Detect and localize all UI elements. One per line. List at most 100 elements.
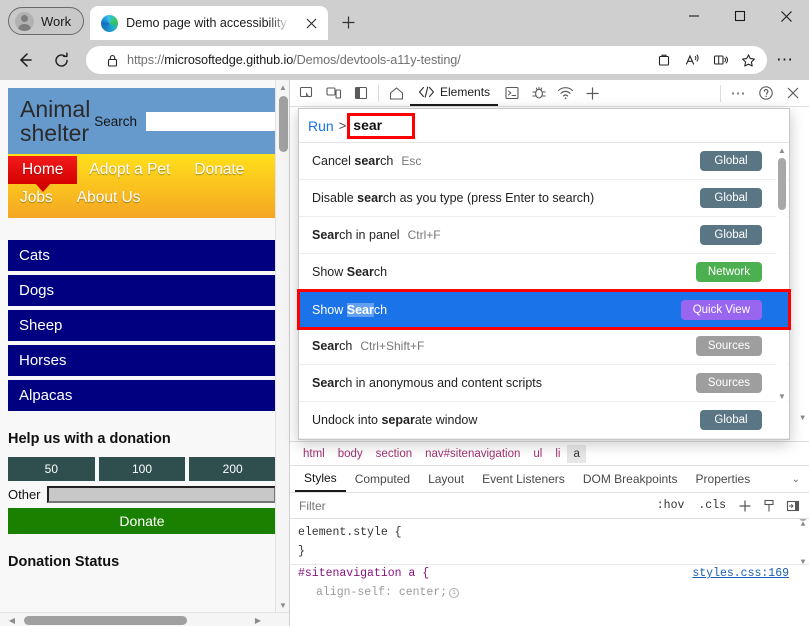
profile-button[interactable]: Work — [8, 7, 84, 35]
css-selector[interactable]: #sitenavigation a { — [298, 565, 429, 584]
scroll-left-icon[interactable]: ◀ — [5, 613, 19, 626]
breadcrumb-item-html[interactable]: html — [297, 445, 331, 463]
browser-settings-button[interactable]: ⋯ — [769, 45, 801, 75]
command-badge: Quick View — [681, 300, 762, 320]
list-item[interactable]: Dogs — [8, 275, 276, 306]
command-item-show-search-network[interactable]: Show Search Network — [299, 254, 789, 291]
amount-button-200[interactable]: 200 — [189, 457, 276, 481]
hov-toggle[interactable]: :hov — [650, 499, 692, 512]
collections-icon[interactable] — [651, 48, 677, 72]
filter-input[interactable] — [290, 494, 650, 518]
scroll-down-icon[interactable]: ▼ — [800, 414, 805, 423]
scroll-down-icon[interactable]: ▼ — [797, 557, 809, 569]
command-item-search-anonymous-scripts[interactable]: Search in anonymous and content scripts … — [299, 365, 789, 402]
chevron-down-icon[interactable]: ⌄ — [792, 474, 809, 485]
page-horizontal-scrollbar[interactable]: ◀ ▶ — [0, 612, 290, 626]
prompt-chevron-icon: > — [339, 118, 347, 133]
list-item[interactable]: Horses — [8, 345, 276, 376]
css-declaration[interactable]: align-self: center;i — [298, 584, 809, 603]
site-header: Animal shelter Search — [8, 88, 276, 154]
nav-link-donate[interactable]: Donate — [182, 156, 256, 184]
reload-button[interactable] — [44, 45, 78, 75]
scrollbar-thumb[interactable] — [279, 96, 288, 152]
tab-styles[interactable]: Styles — [295, 466, 346, 492]
command-item-cancel-search[interactable]: Cancel searchEsc Global — [299, 143, 789, 180]
scroll-down-icon[interactable]: ▼ — [776, 390, 788, 402]
close-tab-icon[interactable] — [300, 12, 322, 34]
stylesheet-source-link[interactable]: styles.css:169 — [692, 565, 789, 584]
command-item-label: Disable search as you type (press Enter … — [312, 191, 700, 205]
device-toolbar-icon[interactable] — [320, 81, 347, 106]
other-amount-row: Other — [8, 486, 276, 503]
more-tools-icon[interactable]: ⋯ — [725, 81, 752, 106]
amount-button-100[interactable]: 100 — [99, 457, 186, 481]
tab-computed[interactable]: Computed — [346, 467, 419, 491]
debugger-icon[interactable] — [525, 81, 552, 106]
tab-dom-breakpoints[interactable]: DOM Breakpoints — [574, 467, 687, 491]
read-aloud-icon[interactable] — [679, 48, 705, 72]
styles-scrollbar[interactable]: ▲ ▼ — [797, 519, 809, 626]
command-item-search-in-panel[interactable]: Search in panelCtrl+F Global — [299, 217, 789, 254]
scroll-up-icon[interactable]: ▲ — [776, 144, 788, 156]
dock-side-icon[interactable] — [347, 81, 374, 106]
command-item-search-sources[interactable]: SearchCtrl+Shift+F Sources — [299, 328, 789, 365]
address-bar[interactable]: https://microsoftedge.github.io/Demos/de… — [86, 46, 767, 74]
command-item-undock-into-separate-window[interactable]: Undock into separate window Global — [299, 402, 789, 439]
close-window-button[interactable] — [763, 0, 809, 32]
scroll-down-icon[interactable]: ▼ — [276, 598, 290, 612]
inspect-element-icon[interactable] — [293, 81, 320, 106]
command-item-show-search-quick-view[interactable]: Show Search Quick View — [299, 291, 789, 328]
palette-scrollbar[interactable]: ▲ ▼ — [776, 144, 788, 402]
add-panel-icon[interactable] — [579, 81, 606, 106]
immersive-reader-icon[interactable] — [707, 48, 733, 72]
scrollbar-thumb[interactable] — [778, 158, 786, 210]
maximize-button[interactable] — [717, 0, 763, 32]
nav-link-adopt-a-pet[interactable]: Adopt a Pet — [77, 156, 182, 184]
run-label: Run — [308, 118, 334, 134]
breadcrumb-item-a[interactable]: a — [567, 445, 585, 463]
network-conditions-icon[interactable] — [552, 81, 579, 106]
breadcrumb-item-section[interactable]: section — [370, 445, 418, 463]
home-icon[interactable] — [383, 81, 410, 106]
breadcrumb-item-body[interactable]: body — [332, 445, 369, 463]
tab-properties[interactable]: Properties — [687, 467, 760, 491]
computed-sidebar-icon[interactable] — [781, 494, 805, 518]
info-icon[interactable]: i — [449, 588, 459, 598]
browser-tab[interactable]: Demo page with accessibility issu — [90, 6, 328, 40]
favorite-star-icon[interactable] — [735, 48, 761, 72]
scroll-right-icon[interactable]: ▶ — [251, 613, 265, 626]
tab-elements[interactable]: Elements — [410, 81, 498, 106]
close-devtools-icon[interactable] — [779, 81, 806, 106]
nav-link-home[interactable]: Home — [8, 156, 77, 184]
help-icon[interactable] — [752, 81, 779, 106]
amount-button-50[interactable]: 50 — [8, 457, 95, 481]
command-item-label: Search in anonymous and content scripts — [312, 376, 696, 390]
back-button[interactable] — [8, 45, 42, 75]
nav-link-about-us[interactable]: About Us — [65, 184, 153, 212]
donate-button[interactable]: Donate — [8, 508, 276, 534]
breadcrumb-item-ul[interactable]: ul — [527, 445, 548, 463]
list-item[interactable]: Alpacas — [8, 380, 276, 411]
list-item[interactable]: Cats — [8, 240, 276, 271]
command-item-disable-search-as-you-type[interactable]: Disable search as you type (press Enter … — [299, 180, 789, 217]
breadcrumb-item-nav[interactable]: nav#sitenavigation — [419, 445, 526, 463]
console-icon[interactable] — [498, 81, 525, 106]
command-badge: Global — [700, 410, 762, 430]
tab-event-listeners[interactable]: Event Listeners — [473, 467, 574, 491]
new-tab-button[interactable] — [333, 7, 363, 37]
scroll-up-icon[interactable]: ▲ — [276, 80, 290, 94]
other-amount-input[interactable] — [47, 486, 276, 503]
list-item[interactable]: Sheep — [8, 310, 276, 341]
add-style-rule-icon[interactable] — [733, 494, 757, 518]
command-input[interactable] — [353, 117, 409, 133]
page-vertical-scrollbar[interactable]: ▲ ▼ — [275, 80, 289, 612]
minimize-button[interactable] — [671, 0, 717, 32]
command-palette: Run > Cancel searchEsc Global Disable se… — [298, 108, 790, 440]
cls-toggle[interactable]: .cls — [691, 499, 733, 512]
search-input[interactable] — [146, 112, 276, 131]
toggle-element-state-icon[interactable] — [757, 494, 781, 518]
scrollbar-thumb[interactable] — [24, 616, 187, 625]
breadcrumb-item-li[interactable]: li — [549, 445, 566, 463]
tab-layout[interactable]: Layout — [419, 467, 473, 491]
style-rule-header: #sitenavigation a { styles.css:169 — [298, 565, 809, 584]
